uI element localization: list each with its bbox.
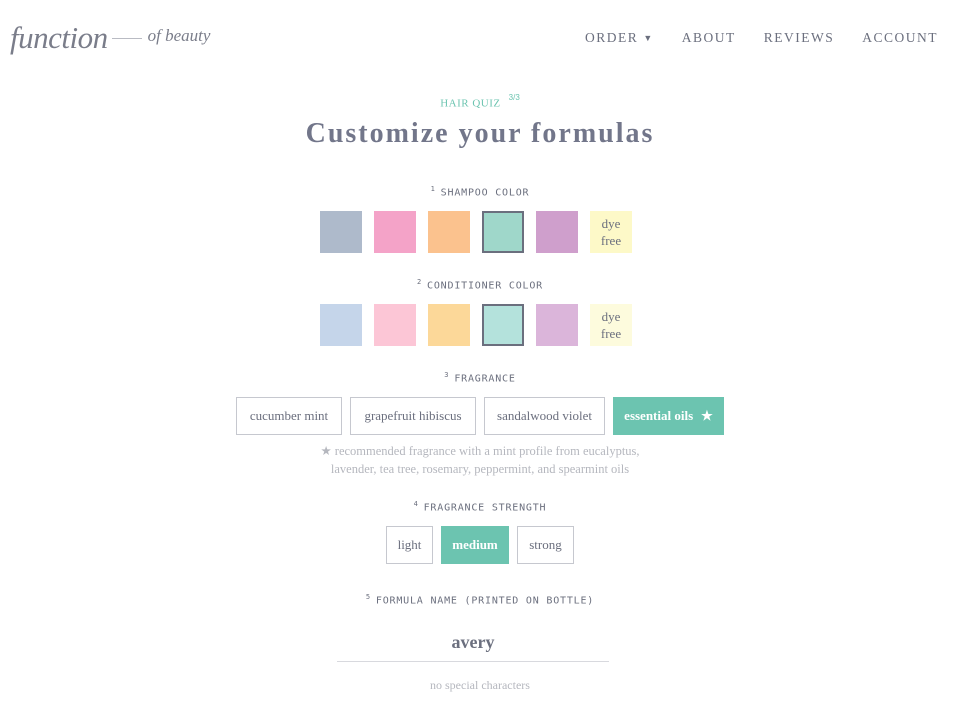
fragrance-strength-label: 4 FRAGRANCE STRENGTH [0, 500, 960, 513]
shampoo-color-label: 1 SHAMPOO COLOR [0, 185, 960, 198]
shampoo-swatch-blue[interactable] [320, 211, 362, 253]
note-line-2: lavender, tea tree, rosemary, peppermint… [330, 462, 630, 476]
option-label: sandalwood violet [497, 408, 592, 423]
option-label: essential oils [624, 408, 694, 423]
caret-down-icon: ▼ [643, 33, 654, 43]
fragrance-option-grapefruit-hibiscus[interactable]: grapefruit hibiscus [350, 397, 476, 435]
star-icon: ★ [320, 444, 332, 458]
conditioner-swatch-dye-free[interactable]: dye free [590, 304, 632, 346]
nav-order-label: ORDER [585, 30, 639, 45]
section-number: 1 [430, 185, 436, 193]
page-title: Customize your formulas [305, 118, 655, 149]
logo-main-text: function [10, 20, 108, 55]
conditioner-color-label: 2 CONDITIONER COLOR [0, 278, 960, 291]
dye-free-line1: dye [601, 216, 621, 231]
shampoo-swatch-dye-free[interactable]: dye free [590, 211, 632, 253]
strength-options: light medium strong [0, 526, 960, 564]
fragrance-option-essential-oils[interactable]: essential oils ★ [613, 397, 724, 435]
dye-free-line1: dye [601, 309, 621, 324]
formula-name-input[interactable] [337, 624, 609, 662]
quiz-step: 3/3 [508, 93, 520, 102]
option-label: cucumber mint [249, 408, 329, 423]
quiz-tag: HAIR QUIZ [440, 97, 501, 110]
conditioner-swatch-orange[interactable] [428, 304, 470, 346]
formula-name-hint: no special characters [430, 678, 530, 692]
nav-account[interactable]: ACCOUNT [862, 30, 938, 46]
section-label-text: CONDITIONER COLOR [427, 280, 543, 292]
section-number: 3 [444, 371, 450, 379]
fragrance-options: cucumber mint grapefruit hibiscus sandal… [0, 397, 960, 435]
strength-option-strong[interactable]: strong [517, 526, 574, 564]
strength-option-medium[interactable]: medium [441, 526, 509, 564]
section-number: 2 [417, 278, 423, 286]
fragrance-recommendation-note: ★ recommended fragrance with a mint prof… [0, 442, 960, 478]
formula-name-label: 5 FORMULA NAME (PRINTED ON BOTTLE) [0, 593, 960, 606]
conditioner-swatch-pink[interactable] [374, 304, 416, 346]
main-nav: ORDER ▼ ABOUT REVIEWS ACCOUNT [585, 30, 938, 46]
conditioner-swatches: dye free [320, 304, 632, 346]
nav-reviews[interactable]: REVIEWS [764, 30, 835, 46]
quiz-progress: HAIR QUIZ 3/3 [0, 93, 960, 111]
shampoo-swatch-purple[interactable] [536, 211, 578, 253]
fragrance-option-sandalwood-violet[interactable]: sandalwood violet [484, 397, 605, 435]
star-icon: ★ [701, 408, 713, 423]
nav-about-label: ABOUT [681, 30, 736, 45]
section-label-text: FRAGRANCE STRENGTH [423, 502, 547, 514]
note-line-1: recommended fragrance with a mint profil… [334, 444, 640, 458]
conditioner-swatch-teal[interactable] [482, 304, 524, 346]
option-label: grapefruit hibiscus [364, 408, 462, 423]
shampoo-swatch-teal[interactable] [482, 211, 524, 253]
nav-reviews-label: REVIEWS [763, 30, 835, 45]
nav-about[interactable]: ABOUT [682, 30, 736, 46]
option-label: strong [529, 537, 562, 552]
section-label-text: FORMULA NAME (PRINTED ON BOTTLE) [375, 595, 595, 607]
option-label: medium [452, 537, 498, 552]
section-number: 5 [365, 593, 371, 601]
shampoo-swatch-orange[interactable] [428, 211, 470, 253]
brand-logo[interactable]: function of beauty [10, 18, 210, 58]
option-label: light [397, 537, 422, 552]
section-label-text: SHAMPOO COLOR [440, 187, 530, 199]
dye-free-line2: free [600, 326, 622, 341]
section-number: 4 [413, 500, 419, 508]
logo-divider [111, 38, 142, 39]
nav-account-label: ACCOUNT [862, 30, 938, 45]
conditioner-swatch-blue[interactable] [320, 304, 362, 346]
shampoo-swatches: dye free [320, 211, 632, 253]
shampoo-swatch-pink[interactable] [374, 211, 416, 253]
strength-option-light[interactable]: light [386, 526, 433, 564]
logo-sub-text: of beauty [147, 26, 211, 45]
fragrance-option-cucumber-mint[interactable]: cucumber mint [236, 397, 342, 435]
dye-free-line2: free [600, 233, 622, 248]
section-label-text: FRAGRANCE [454, 373, 516, 385]
conditioner-swatch-purple[interactable] [536, 304, 578, 346]
fragrance-label: 3 FRAGRANCE [0, 371, 960, 384]
nav-order[interactable]: ORDER ▼ [585, 30, 654, 46]
